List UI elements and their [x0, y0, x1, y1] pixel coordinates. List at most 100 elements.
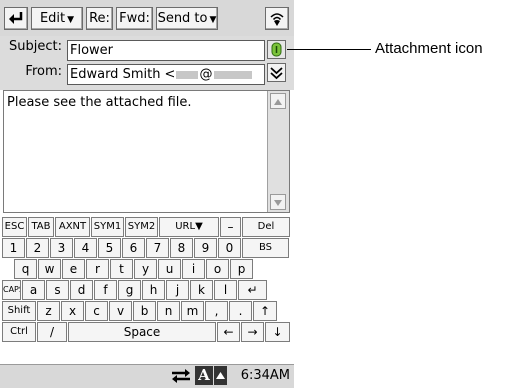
key-caps[interactable]: CAPS [2, 280, 21, 300]
key-h[interactable]: h [142, 280, 165, 300]
key-sym2[interactable]: SYM2 [125, 217, 158, 237]
key-f[interactable]: f [94, 280, 117, 300]
message-body[interactable]: Please see the attached file. [3, 90, 290, 213]
key-l[interactable]: l [214, 280, 237, 300]
keyboard-row: ESC TAB AXNT SYM1 SYM2 URL▼ – Del [2, 217, 291, 237]
keyboard-row: q w e r t y u i o p [14, 259, 254, 279]
input-mode-label: A [198, 366, 210, 384]
send-to-label: Send to [157, 11, 208, 26]
key-delete[interactable]: Del [242, 217, 290, 237]
from-at: @ [199, 67, 213, 82]
redacted-text [214, 70, 253, 79]
key-6[interactable]: 6 [122, 238, 145, 258]
key-z[interactable]: z [37, 301, 60, 321]
key-g[interactable]: g [118, 280, 141, 300]
scroll-up-button[interactable] [270, 93, 286, 109]
key-i[interactable]: i [182, 259, 205, 279]
key-down-arrow[interactable]: ↓ [265, 322, 290, 342]
key-v[interactable]: v [109, 301, 132, 321]
key-8[interactable]: 8 [170, 238, 193, 258]
key-r[interactable]: r [86, 259, 109, 279]
edit-menu-button[interactable]: Edit ▼ [31, 7, 83, 30]
key-dash[interactable]: – [220, 217, 241, 237]
edit-label: Edit [39, 11, 66, 26]
signal-button[interactable] [265, 7, 289, 30]
chevron-down-icon: ▼ [209, 15, 217, 25]
key-1[interactable]: 1 [2, 238, 25, 258]
vertical-scrollbar[interactable] [267, 91, 289, 212]
key-shift[interactable]: Shift [2, 301, 36, 321]
key-y[interactable]: y [134, 259, 157, 279]
key-5[interactable]: 5 [98, 238, 121, 258]
key-u[interactable]: u [158, 259, 181, 279]
input-mode-button[interactable]: A [195, 366, 213, 385]
key-n[interactable]: n [157, 301, 180, 321]
key-enter[interactable]: ↵ [238, 280, 267, 300]
message-header: Subject: Flower From: Edward Smith < @ [0, 36, 294, 90]
key-w[interactable]: w [38, 259, 61, 279]
expand-header-button[interactable] [267, 63, 286, 82]
key-t[interactable]: t [110, 259, 133, 279]
key-ctrl[interactable]: Ctrl [2, 322, 36, 342]
forward-label: Fwd: [119, 11, 150, 26]
clock: 6:34AM [240, 368, 290, 383]
key-tab[interactable]: TAB [28, 217, 54, 237]
key-2[interactable]: 2 [26, 238, 49, 258]
send-to-button[interactable]: Send to ▼ [156, 7, 218, 30]
scroll-down-button[interactable] [270, 194, 286, 210]
key-x[interactable]: x [61, 301, 84, 321]
key-c[interactable]: c [85, 301, 108, 321]
key-k[interactable]: k [190, 280, 213, 300]
key-right-arrow[interactable]: → [241, 322, 264, 342]
pda-screen: Edit ▼ Re: Fwd: Send to ▼ Subject: Flower … [0, 0, 294, 388]
key-backspace[interactable]: BS [242, 238, 289, 258]
callout-leader-line [287, 49, 371, 50]
key-a[interactable]: a [22, 280, 45, 300]
key-s[interactable]: s [46, 280, 69, 300]
key-q[interactable]: q [14, 259, 37, 279]
key-url[interactable]: URL▼ [159, 217, 219, 237]
keyboard-row: Shift z x c v b n m , . ↑ [2, 301, 278, 321]
key-b[interactable]: b [133, 301, 156, 321]
key-sym1[interactable]: SYM1 [91, 217, 124, 237]
from-label: From: [25, 64, 62, 79]
key-comma[interactable]: , [205, 301, 228, 321]
key-axnt[interactable]: AXNT [55, 217, 90, 237]
toolbar: Edit ▼ Re: Fwd: Send to ▼ [0, 0, 294, 36]
key-period[interactable]: . [229, 301, 252, 321]
key-left-arrow[interactable]: ← [217, 322, 240, 342]
triangle-down-icon [274, 200, 282, 206]
key-e[interactable]: e [62, 259, 85, 279]
back-button[interactable] [4, 7, 28, 30]
key-0[interactable]: 0 [218, 238, 241, 258]
forward-button[interactable]: Fwd: [116, 7, 153, 30]
redacted-text [176, 70, 199, 79]
chevron-down-icon: ▼ [67, 15, 75, 25]
input-panel-toggle[interactable] [214, 366, 227, 385]
key-space[interactable]: Space [68, 322, 216, 342]
key-slash[interactable]: / [37, 322, 67, 342]
key-j[interactable]: j [166, 280, 189, 300]
key-7[interactable]: 7 [146, 238, 169, 258]
key-4[interactable]: 4 [74, 238, 97, 258]
from-field[interactable]: Edward Smith < @ [67, 64, 265, 85]
return-arrow-icon [9, 12, 23, 24]
key-o[interactable]: o [206, 259, 229, 279]
double-chevron-down-icon [270, 67, 283, 80]
keyboard-row: 1 2 3 4 5 6 7 8 9 0 BS [2, 238, 290, 258]
key-up-arrow[interactable]: ↑ [253, 301, 277, 321]
attachment-icon-callout: Attachment icon [375, 40, 483, 57]
sync-arrows-icon[interactable] [170, 368, 192, 384]
triangle-up-icon [216, 372, 225, 379]
soft-keyboard: ESC TAB AXNT SYM1 SYM2 URL▼ – Del 1 2 3 … [0, 217, 294, 362]
reply-button[interactable]: Re: [86, 7, 113, 30]
reply-label: Re: [89, 11, 110, 26]
key-d[interactable]: d [70, 280, 93, 300]
key-3[interactable]: 3 [50, 238, 73, 258]
subject-field[interactable]: Flower [67, 40, 265, 61]
attachment-button[interactable] [267, 40, 286, 59]
key-m[interactable]: m [181, 301, 204, 321]
key-9[interactable]: 9 [194, 238, 217, 258]
key-esc[interactable]: ESC [2, 217, 27, 237]
key-p[interactable]: p [230, 259, 253, 279]
